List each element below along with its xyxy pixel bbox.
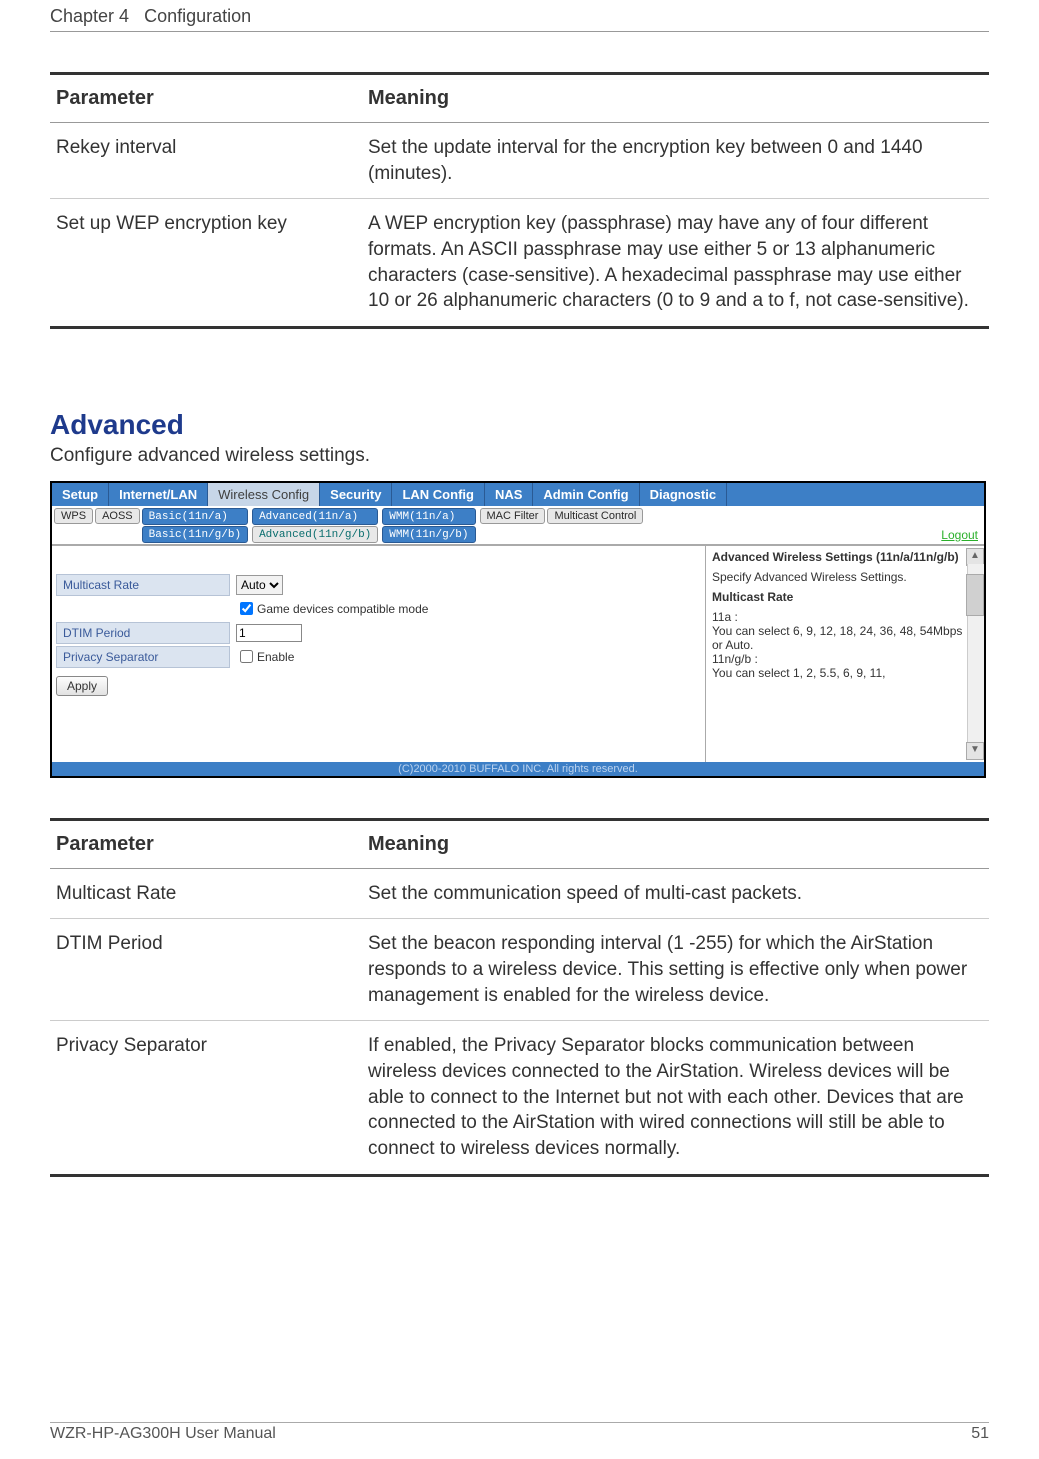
tab-diagnostic[interactable]: Diagnostic — [640, 483, 727, 506]
subtab-wps[interactable]: WPS — [54, 508, 93, 524]
game-mode-label: Game devices compatible mode — [257, 602, 428, 616]
help-text: Specify Advanced Wireless Settings. — [712, 570, 964, 584]
page-footer: WZR-HP-AG300H User Manual 51 — [50, 1422, 989, 1443]
scroll-down-icon[interactable]: ▼ — [966, 742, 984, 760]
router-ui-screenshot: Setup Internet/LAN Wireless Config Secur… — [50, 481, 986, 778]
tab-nas[interactable]: NAS — [485, 483, 533, 506]
logout-link[interactable]: Logout — [941, 528, 978, 542]
sub-tab-bar: WPS AOSS Basic(11n/a) Basic(11n/g/b) Adv… — [52, 506, 984, 545]
help-title: Advanced Wireless Settings (11n/a/11n/g/… — [712, 550, 964, 564]
enable-label: Enable — [257, 650, 294, 664]
privacy-separator-checkbox[interactable] — [240, 650, 253, 663]
help-text: 11a : — [712, 610, 964, 624]
dtim-label: DTIM Period — [56, 622, 230, 644]
help-text: 11n/g/b : — [712, 652, 964, 666]
chapter-label: Chapter 4 — [50, 6, 129, 26]
tab-setup[interactable]: Setup — [52, 483, 109, 506]
table-row: Multicast Rate Set the communication spe… — [50, 868, 989, 919]
chapter-title: Configuration — [144, 6, 251, 26]
tab-security[interactable]: Security — [320, 483, 392, 506]
scroll-thumb[interactable] — [966, 574, 984, 616]
tab-internet-lan[interactable]: Internet/LAN — [109, 483, 208, 506]
col-parameter: Parameter — [50, 74, 362, 123]
tab-lan-config[interactable]: LAN Config — [392, 483, 484, 506]
param-name: Privacy Separator — [50, 1021, 362, 1175]
param-meaning: A WEP encryption key (passphrase) may ha… — [362, 199, 989, 328]
table-row: DTIM Period Set the beacon responding in… — [50, 919, 989, 1021]
param-name: Multicast Rate — [50, 868, 362, 919]
subtab-multicast-control[interactable]: Multicast Control — [547, 508, 643, 524]
main-tab-bar: Setup Internet/LAN Wireless Config Secur… — [52, 483, 984, 506]
param-name: DTIM Period — [50, 919, 362, 1021]
table-row: Privacy Separator If enabled, the Privac… — [50, 1021, 989, 1175]
subtab-basic-11na[interactable]: Basic(11n/a) — [142, 508, 248, 525]
help-text: You can select 1, 2, 5.5, 6, 9, 11, — [712, 666, 964, 680]
subtab-wmm-11ngb[interactable]: WMM(11n/g/b) — [382, 526, 475, 543]
chapter-header: Chapter 4 Configuration — [50, 0, 989, 32]
subtab-basic-11ngb[interactable]: Basic(11n/g/b) — [142, 526, 248, 543]
table-row: Set up WEP encryption key A WEP encrypti… — [50, 199, 989, 328]
col-parameter: Parameter — [50, 819, 362, 868]
parameter-table-2: Parameter Meaning Multicast Rate Set the… — [50, 818, 989, 1177]
parameter-table-1: Parameter Meaning Rekey interval Set the… — [50, 72, 989, 329]
dtim-input[interactable] — [236, 624, 302, 642]
help-text: You can select 6, 9, 12, 18, 24, 36, 48,… — [712, 624, 964, 652]
settings-form: Multicast Rate Auto . Game devices compa… — [52, 546, 705, 762]
ui-copyright: (C)2000-2010 BUFFALO INC. All rights res… — [52, 762, 984, 776]
apply-button[interactable]: Apply — [56, 676, 108, 696]
param-meaning: Set the communication speed of multi-cas… — [362, 868, 989, 919]
multicast-rate-select[interactable]: Auto — [236, 575, 283, 595]
section-title: Advanced — [50, 409, 989, 441]
tab-admin-config[interactable]: Admin Config — [533, 483, 639, 506]
col-meaning: Meaning — [362, 819, 989, 868]
subtab-wmm-11na[interactable]: WMM(11n/a) — [382, 508, 475, 525]
subtab-advanced-11ngb[interactable]: Advanced(11n/g/b) — [252, 526, 378, 543]
param-meaning: Set the beacon responding interval (1 -2… — [362, 919, 989, 1021]
param-meaning: Set the update interval for the encrypti… — [362, 123, 989, 199]
tab-wireless-config[interactable]: Wireless Config — [208, 483, 320, 506]
help-panel: ▲ ▼ Advanced Wireless Settings (11n/a/11… — [705, 546, 984, 762]
param-name: Set up WEP encryption key — [50, 199, 362, 328]
col-meaning: Meaning — [362, 74, 989, 123]
table-row: Rekey interval Set the update interval f… — [50, 123, 989, 199]
section-subtitle: Configure advanced wireless settings. — [50, 445, 989, 467]
privacy-separator-label: Privacy Separator — [56, 646, 230, 668]
param-meaning: If enabled, the Privacy Separator blocks… — [362, 1021, 989, 1175]
subtab-mac-filter[interactable]: MAC Filter — [480, 508, 546, 524]
game-mode-checkbox[interactable] — [240, 602, 253, 615]
manual-name: WZR-HP-AG300H User Manual — [50, 1425, 276, 1443]
param-name: Rekey interval — [50, 123, 362, 199]
subtab-advanced-11na[interactable]: Advanced(11n/a) — [252, 508, 378, 525]
help-subhead: Multicast Rate — [712, 590, 964, 604]
multicast-rate-label: Multicast Rate — [56, 574, 230, 596]
subtab-aoss[interactable]: AOSS — [95, 508, 140, 524]
page-number: 51 — [971, 1425, 989, 1443]
